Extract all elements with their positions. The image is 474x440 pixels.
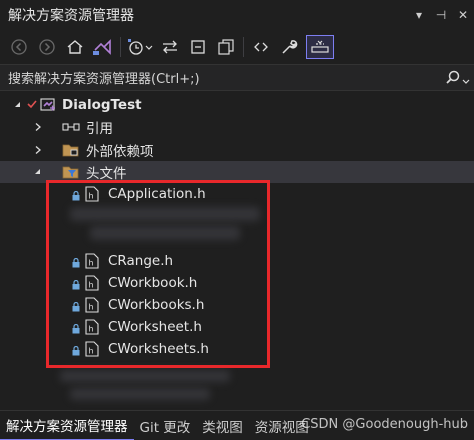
dropdown-icon[interactable]: ▾ <box>408 8 430 22</box>
tab-git-changes[interactable]: Git 更改 <box>134 411 197 440</box>
preview-selected-button[interactable] <box>306 35 334 59</box>
search-input[interactable]: 搜索解决方案资源管理器(Ctrl+;) <box>0 68 440 87</box>
files-icon <box>218 39 234 55</box>
search-icon[interactable] <box>440 69 474 87</box>
home-button[interactable] <box>64 35 86 59</box>
bottom-tab-bar: 解决方案资源管理器 Git 更改 类视图 资源视图 CSDN @Goodenou… <box>0 410 474 440</box>
external-folder-icon <box>62 142 79 158</box>
tree-item-references[interactable]: 引用 <box>0 116 474 138</box>
title-bar: 解决方案资源管理器 ▾ ⊣ ✕ <box>0 0 474 30</box>
window-title: 解决方案资源管理器 <box>8 8 134 24</box>
filter-folder-icon <box>62 164 79 180</box>
references-icon <box>62 119 80 135</box>
show-all-files-button[interactable] <box>215 35 237 59</box>
collapsed-arrow-icon[interactable] <box>32 144 44 156</box>
close-icon[interactable]: ✕ <box>452 8 474 22</box>
redacted-area <box>70 388 210 400</box>
preview-icon <box>311 40 329 53</box>
tree-item-project[interactable]: DialogTest <box>0 94 474 116</box>
home-icon <box>67 40 83 54</box>
wrench-icon <box>282 40 298 54</box>
highlight-box <box>46 180 270 368</box>
pending-changes-button[interactable] <box>127 35 153 59</box>
switch-views-button[interactable] <box>92 35 114 59</box>
redacted-area <box>60 370 230 382</box>
properties-button[interactable] <box>278 35 300 59</box>
tab-class-view[interactable]: 类视图 <box>196 411 249 440</box>
toolbar-separator <box>120 37 121 57</box>
search-bar[interactable]: 搜索解决方案资源管理器(Ctrl+;) <box>0 64 474 91</box>
visual-studio-icon <box>93 39 111 55</box>
checkmark-icon <box>26 98 38 110</box>
collapse-all-button[interactable] <box>187 35 209 59</box>
sync-button[interactable] <box>159 35 181 59</box>
forward-icon <box>39 39 55 55</box>
code-brackets-icon <box>254 42 268 52</box>
watermark: CSDN @Goodenough-hub <box>301 417 468 432</box>
expand-arrow-icon[interactable] <box>12 99 24 111</box>
expand-arrow-icon[interactable] <box>32 166 44 178</box>
tree-item-external-dependencies[interactable]: 外部依赖项 <box>0 139 474 161</box>
chevron-down-icon[interactable] <box>462 69 470 87</box>
history-clock-icon <box>128 39 153 55</box>
pin-icon[interactable]: ⊣ <box>430 8 452 22</box>
collapsed-arrow-icon[interactable] <box>32 121 44 133</box>
forward-button[interactable] <box>36 35 58 59</box>
references-label: 引用 <box>86 121 113 137</box>
project-name: DialogTest <box>62 97 142 113</box>
back-icon <box>11 39 27 55</box>
tab-solution-explorer[interactable]: 解决方案资源管理器 <box>0 411 134 440</box>
toolbar-separator <box>243 37 244 57</box>
external-dependencies-label: 外部依赖项 <box>86 144 154 160</box>
view-code-button[interactable] <box>250 35 272 59</box>
cpp-project-icon <box>40 97 56 113</box>
sync-arrows-icon <box>163 40 177 54</box>
collapse-icon <box>191 40 205 54</box>
back-button[interactable] <box>8 35 30 59</box>
toolbar <box>0 30 474 64</box>
header-files-label: 头文件 <box>86 166 127 182</box>
